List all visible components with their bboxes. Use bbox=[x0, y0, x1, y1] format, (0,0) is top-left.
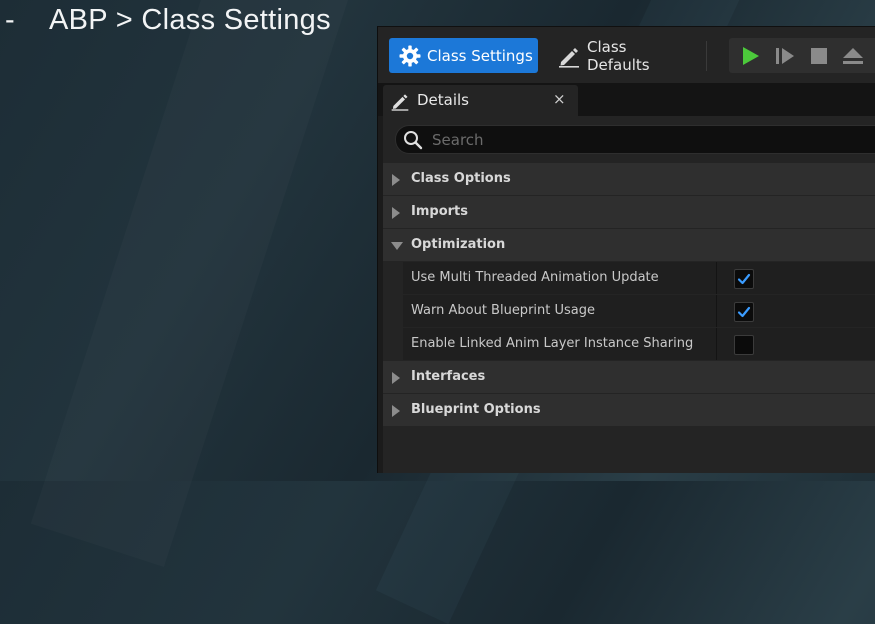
gear-icon bbox=[399, 45, 421, 66]
play-controls bbox=[729, 38, 875, 73]
property-label: Use Multi Threaded Animation Update bbox=[411, 270, 659, 285]
category-label: Optimization bbox=[411, 237, 506, 252]
toolbar: Class Settings Class Defaults bbox=[378, 27, 875, 83]
indent-strip bbox=[383, 262, 403, 294]
editor-window: Class Settings Class Defaults Details × … bbox=[377, 26, 875, 473]
property-label: Warn About Blueprint Usage bbox=[411, 303, 595, 318]
checkbox[interactable] bbox=[734, 269, 754, 289]
tab-details[interactable]: Details × bbox=[383, 85, 578, 116]
tab-details-label: Details bbox=[417, 91, 470, 109]
property-label: Enable Linked Anim Layer Instance Sharin… bbox=[411, 336, 694, 351]
category-imports[interactable]: Imports bbox=[383, 196, 875, 228]
category-blueprint-options[interactable]: Blueprint Options bbox=[383, 394, 875, 426]
property-row: Enable Linked Anim Layer Instance Sharin… bbox=[383, 328, 875, 360]
pencil-icon bbox=[391, 94, 409, 111]
tab-bar: Details × bbox=[378, 83, 875, 116]
caption-dash: - bbox=[5, 4, 15, 36]
search-input[interactable] bbox=[430, 129, 854, 151]
background-streak bbox=[31, 0, 350, 567]
indent-strip bbox=[383, 295, 403, 327]
category-label: Imports bbox=[411, 204, 468, 219]
class-defaults-button[interactable]: Class Defaults bbox=[553, 37, 693, 74]
eject-icon[interactable] bbox=[842, 45, 864, 67]
column-divider bbox=[716, 328, 717, 360]
details-panel: Class Options Imports Optimization Use M… bbox=[383, 116, 875, 473]
checkbox[interactable] bbox=[734, 302, 754, 322]
category-label: Interfaces bbox=[411, 369, 486, 384]
class-defaults-label: Class Defaults bbox=[587, 37, 650, 74]
checkmark-icon bbox=[737, 273, 751, 285]
search-icon bbox=[404, 131, 423, 150]
column-divider bbox=[716, 295, 717, 327]
chevron-right-icon bbox=[392, 405, 400, 417]
stop-icon[interactable] bbox=[808, 45, 830, 67]
column-divider bbox=[716, 262, 717, 294]
class-settings-label: Class Settings bbox=[427, 46, 533, 65]
property-row: Warn About Blueprint Usage bbox=[383, 295, 875, 327]
checkbox[interactable] bbox=[734, 335, 754, 355]
category-interfaces[interactable]: Interfaces bbox=[383, 361, 875, 393]
close-icon[interactable]: × bbox=[553, 90, 566, 108]
category-label: Blueprint Options bbox=[411, 402, 541, 417]
search-box bbox=[395, 125, 875, 154]
chevron-down-icon bbox=[391, 242, 403, 250]
toolbar-divider bbox=[706, 41, 707, 71]
caption-text: ABP > Class Settings bbox=[49, 4, 331, 36]
checkmark-icon bbox=[737, 306, 751, 318]
play-icon[interactable] bbox=[739, 45, 761, 67]
indent-strip bbox=[383, 328, 403, 360]
chevron-right-icon bbox=[392, 372, 400, 384]
property-row: Use Multi Threaded Animation Update bbox=[383, 262, 875, 294]
category-class-options[interactable]: Class Options bbox=[383, 163, 875, 195]
pencil-icon bbox=[559, 47, 579, 68]
chevron-right-icon bbox=[392, 174, 400, 186]
category-optimization[interactable]: Optimization bbox=[383, 229, 875, 261]
chevron-right-icon bbox=[392, 207, 400, 219]
class-settings-button[interactable]: Class Settings bbox=[389, 38, 538, 73]
category-label: Class Options bbox=[411, 171, 511, 186]
step-forward-icon[interactable] bbox=[774, 45, 796, 67]
